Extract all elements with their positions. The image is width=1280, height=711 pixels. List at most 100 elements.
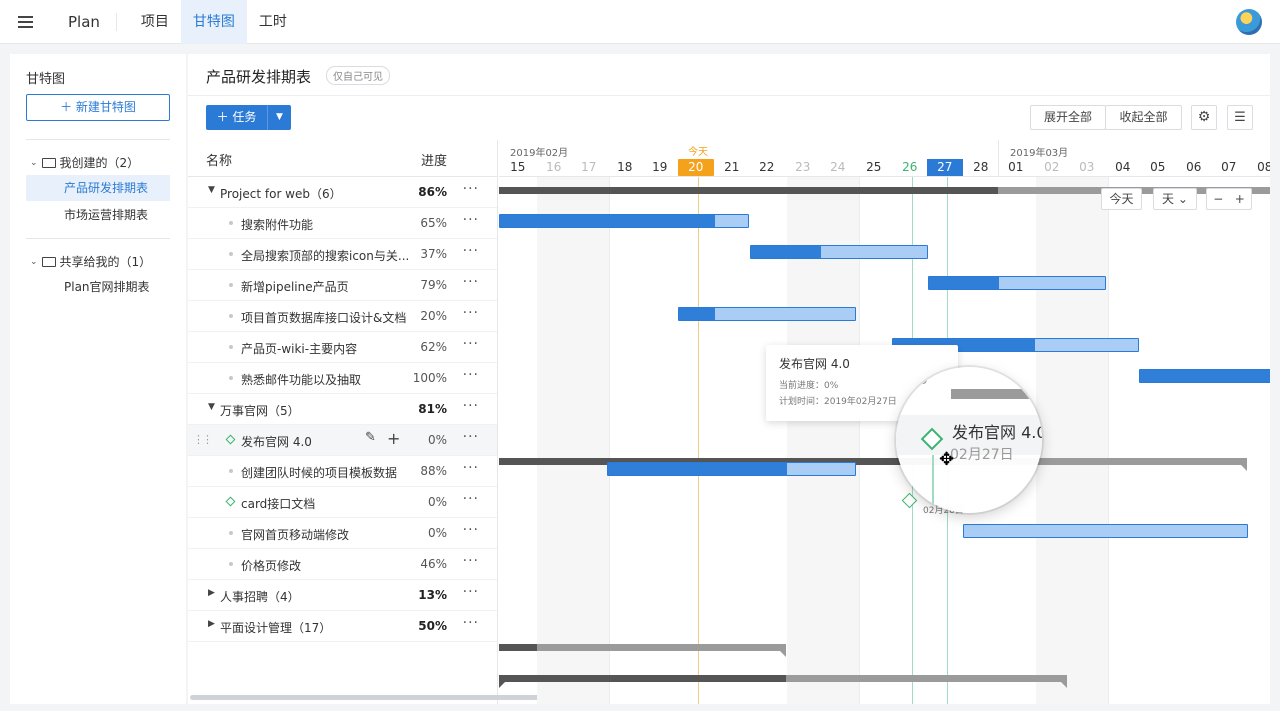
more-icon[interactable]: ··· <box>463 429 479 445</box>
task-bar[interactable] <box>750 245 928 259</box>
chevron-down-icon[interactable]: ▼ <box>208 402 215 412</box>
more-icon[interactable]: ··· <box>463 305 479 321</box>
sidebar-group-shared[interactable]: ⌄ 共享给我的（1） <box>30 253 151 270</box>
more-icon[interactable]: ··· <box>463 367 479 383</box>
task-name: 项目首页数据库接口设计&文档 <box>241 311 407 325</box>
menu-icon[interactable] <box>0 0 50 44</box>
more-icon[interactable]: ··· <box>463 522 479 538</box>
more-icon[interactable]: ··· <box>463 212 479 228</box>
plus-icon: ＋ <box>216 110 233 124</box>
table-row[interactable]: 全局搜索顶部的搜索icon与关... 37% ··· <box>188 239 497 270</box>
more-icon[interactable]: ··· <box>463 274 479 290</box>
chevron-down-icon[interactable]: ▼ <box>208 185 215 195</box>
tooltip-title: 发布官网 4.0 <box>779 357 850 371</box>
zoom-controls: − + <box>1206 188 1252 210</box>
month-label: 2019年03月 <box>1010 148 1069 159</box>
table-row[interactable]: 搜索附件功能 65% ··· <box>188 208 497 239</box>
table-row[interactable]: 价格页修改 46% ··· <box>188 549 497 580</box>
more-icon[interactable]: ··· <box>463 615 479 631</box>
table-row[interactable]: 项目首页数据库接口设计&文档 20% ··· <box>188 301 497 332</box>
weekend-shade <box>1036 177 1108 704</box>
horizontal-scrollbar[interactable] <box>190 695 542 700</box>
bullet-icon <box>229 283 233 287</box>
task-name: card接口文档 <box>241 497 316 511</box>
sidebar-item-website-schedule[interactable]: Plan官网排期表 <box>26 274 170 300</box>
more-icon[interactable]: ··· <box>463 181 479 197</box>
chevron-right-icon[interactable]: ▶ <box>208 588 215 598</box>
today-button[interactable]: 今天 <box>1101 188 1142 210</box>
bullet-icon <box>229 252 233 256</box>
task-table: 名称 进度 ▼ Project for web（6） 86% ··· 搜索附件功能 65… <box>188 140 542 704</box>
sidebar-item-marketing-schedule[interactable]: 市场运营排期表 <box>26 202 170 228</box>
more-icon[interactable]: ··· <box>463 584 479 600</box>
task-name: 万事官网（5） <box>220 404 300 418</box>
day-label-today: 20 <box>678 159 714 176</box>
group-bar[interactable] <box>499 644 786 657</box>
task-progress: 86% <box>418 185 447 199</box>
task-progress: 65% <box>420 216 447 230</box>
list-icon[interactable]: ☰ <box>1227 105 1253 130</box>
zoom-in-icon[interactable]: + <box>1235 192 1245 206</box>
task-bar-progress <box>1140 370 1270 382</box>
table-row[interactable]: ▶ 平面设计管理（17） 50% ··· <box>188 611 497 642</box>
zoom-out-icon[interactable]: − <box>1213 192 1223 206</box>
drag-handle-icon[interactable]: ⋮⋮ <box>193 433 213 446</box>
day-label: 03 <box>1079 160 1095 174</box>
add-task-button[interactable]: ＋ 任务 ▼ <box>206 105 291 130</box>
task-bar[interactable] <box>678 307 856 321</box>
task-name: 官网首页移动端修改 <box>241 528 350 542</box>
task-progress: 81% <box>418 402 447 416</box>
task-bar[interactable] <box>607 462 856 476</box>
day-label: 15 <box>510 160 526 174</box>
task-bar[interactable] <box>1139 369 1270 383</box>
task-progress: 62% <box>420 340 447 354</box>
bar-end-cap <box>1061 682 1067 688</box>
task-bar[interactable] <box>963 524 1248 538</box>
column-header-progress: 进度 <box>421 154 448 169</box>
table-row[interactable]: ⋮⋮ 发布官网 4.0 ✎ +0% ··· <box>188 425 497 456</box>
table-row[interactable]: ▼ 万事官网（5） 81% ··· <box>188 394 497 425</box>
table-row[interactable]: ▼ Project for web（6） 86% ··· <box>188 177 497 208</box>
sidebar-item-product-schedule[interactable]: 产品研发排期表 <box>26 175 170 201</box>
magnifier-task-name: 发布官网 4.0 <box>952 423 1042 442</box>
add-task-label[interactable]: ＋ 任务 <box>206 105 268 130</box>
table-row[interactable]: 熟悉邮件功能以及抽取 100% ··· <box>188 363 497 394</box>
chevron-right-icon[interactable]: ▶ <box>208 619 215 629</box>
more-icon[interactable]: ··· <box>463 336 479 352</box>
plus-icon[interactable]: + <box>387 429 400 448</box>
day-label: 05 <box>1150 160 1166 174</box>
task-bar[interactable] <box>928 276 1106 290</box>
gear-icon[interactable]: ⚙ <box>1191 105 1217 130</box>
more-icon[interactable]: ··· <box>463 460 479 476</box>
nav-tab-gantt[interactable]: 甘特图 <box>180 0 247 44</box>
pencil-icon[interactable]: ✎ <box>365 430 376 445</box>
table-row[interactable]: ▶ 人事招聘（4） 13% ··· <box>188 580 497 611</box>
table-row[interactable]: 官网首页移动端修改 0% ··· <box>188 518 497 549</box>
table-row[interactable]: 创建团队时候的项目模板数据 88% ··· <box>188 456 497 487</box>
sidebar-group-mine[interactable]: ⌄ 我创建的（2） <box>30 154 139 171</box>
task-name: 价格页修改 <box>241 559 302 573</box>
more-icon[interactable]: ··· <box>463 243 479 259</box>
expand-all-button[interactable]: 展开全部 <box>1030 105 1106 130</box>
table-row[interactable]: 产品页-wiki-主要内容 62% ··· <box>188 332 497 363</box>
day-label: 25 <box>866 160 882 174</box>
chevron-down-icon[interactable]: ▼ <box>268 105 291 130</box>
avatar[interactable] <box>1236 9 1262 35</box>
new-gantt-button[interactable]: ＋ 新建甘特图 <box>26 94 170 121</box>
task-bar-progress <box>608 463 787 475</box>
collapse-all-button[interactable]: 收起全部 <box>1105 105 1182 130</box>
grid-line <box>609 177 610 704</box>
more-icon[interactable]: ··· <box>463 553 479 569</box>
more-icon[interactable]: ··· <box>463 491 479 507</box>
group-bar[interactable] <box>499 675 1067 688</box>
table-row[interactable]: 新增pipeline产品页 79% ··· <box>188 270 497 301</box>
nav-tab-timesheet[interactable]: 工时 <box>247 0 299 44</box>
task-label-text: 任务 <box>232 110 257 124</box>
scale-select[interactable]: 天 ⌄ <box>1153 188 1197 210</box>
more-icon[interactable]: ··· <box>463 398 479 414</box>
table-row[interactable]: card接口文档 0% ··· <box>188 487 497 518</box>
nav-tab-projects[interactable]: 项目 <box>129 0 181 44</box>
task-bar[interactable] <box>499 214 749 228</box>
bullet-icon <box>229 376 233 380</box>
task-bar-progress <box>751 246 821 258</box>
